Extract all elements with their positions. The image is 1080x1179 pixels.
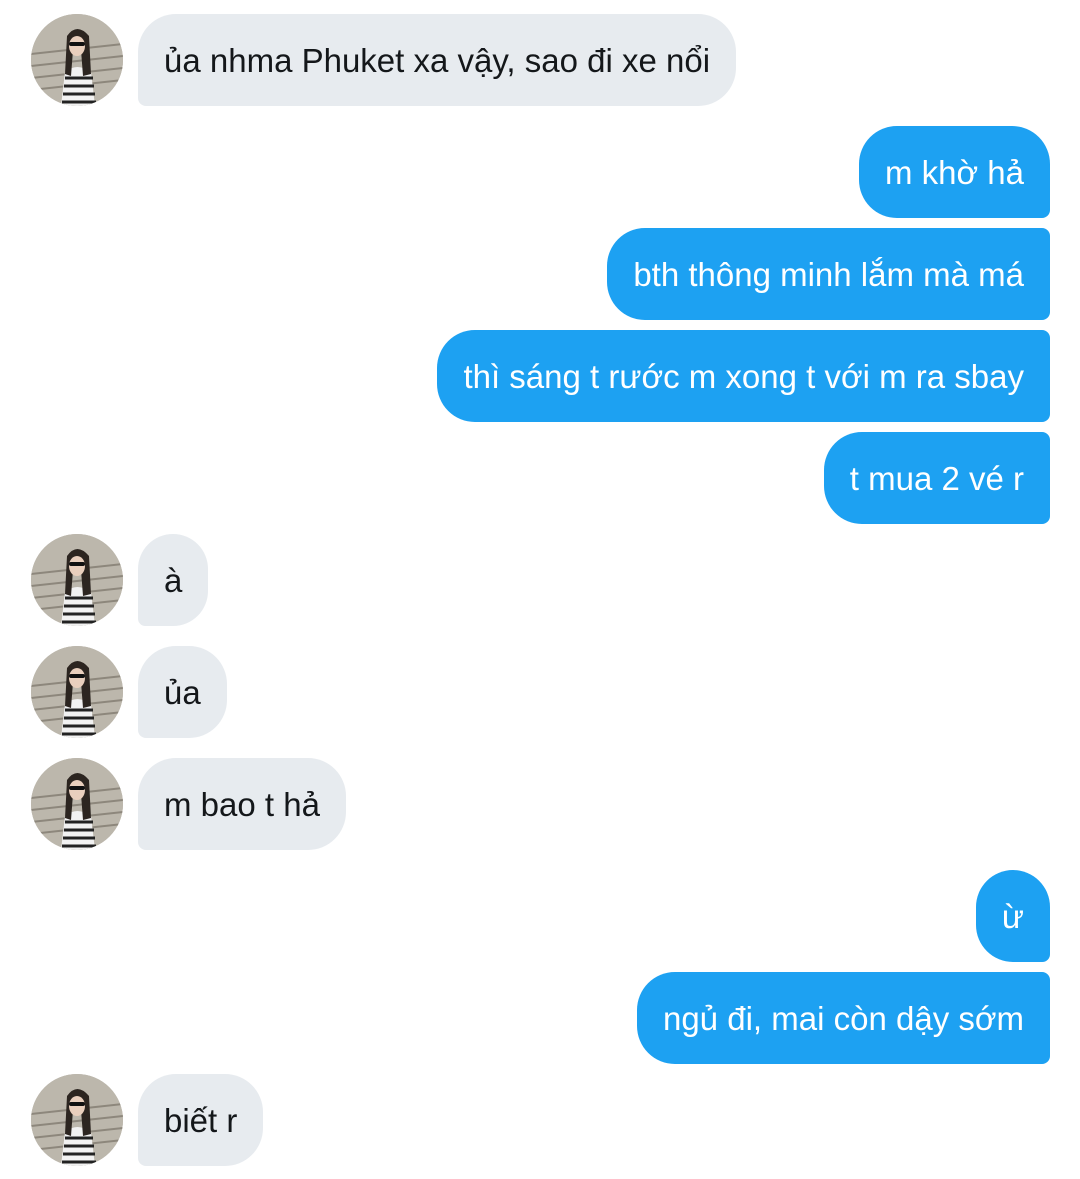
message-text: ừ: [1001, 897, 1024, 935]
message-bubble-incoming[interactable]: à: [138, 534, 209, 626]
contact-avatar[interactable]: [31, 534, 123, 626]
avatar-photo-icon: [31, 758, 123, 850]
contact-avatar[interactable]: [31, 646, 123, 738]
avatar-photo-icon: [31, 534, 123, 626]
message-text: t mua 2 vé r: [849, 459, 1024, 497]
contact-avatar[interactable]: [31, 14, 123, 106]
message-text: à: [164, 561, 183, 599]
avatar-photo-icon: [31, 646, 123, 738]
message-bubble-incoming[interactable]: m bao t hả: [138, 758, 346, 850]
message-text: ngủ đi, mai còn dậy sớm: [663, 999, 1024, 1037]
message-bubble-incoming[interactable]: biết r: [138, 1074, 264, 1166]
message-bubble-outgoing[interactable]: ừ: [975, 870, 1050, 962]
message-bubble-outgoing[interactable]: m khờ hả: [858, 126, 1050, 218]
message-bubble-incoming[interactable]: ủa: [138, 646, 227, 738]
message-bubble-outgoing[interactable]: ngủ đi, mai còn dậy sớm: [637, 972, 1050, 1064]
message-text: m khờ hả: [884, 153, 1024, 191]
message-bubble-outgoing[interactable]: thì sáng t rước m xong t với m ra sbay: [437, 330, 1050, 422]
avatar-photo-icon: [31, 1074, 123, 1166]
message-text: m bao t hả: [164, 785, 320, 823]
message-text: bth thông minh lắm mà má: [633, 255, 1024, 293]
message-text: biết r: [164, 1101, 238, 1139]
contact-avatar[interactable]: [31, 1074, 123, 1166]
message-text: ủa nhma Phuket xa vậy, sao đi xe nổi: [164, 41, 711, 79]
message-bubble-outgoing[interactable]: t mua 2 vé r: [823, 432, 1050, 524]
contact-avatar[interactable]: [31, 758, 123, 850]
avatar-photo-icon: [31, 14, 123, 106]
message-text: ủa: [164, 673, 201, 711]
message-text: thì sáng t rước m xong t với m ra sbay: [463, 357, 1024, 395]
message-bubble-incoming[interactable]: ủa nhma Phuket xa vậy, sao đi xe nổi: [138, 14, 737, 106]
message-bubble-outgoing[interactable]: bth thông minh lắm mà má: [607, 228, 1050, 320]
